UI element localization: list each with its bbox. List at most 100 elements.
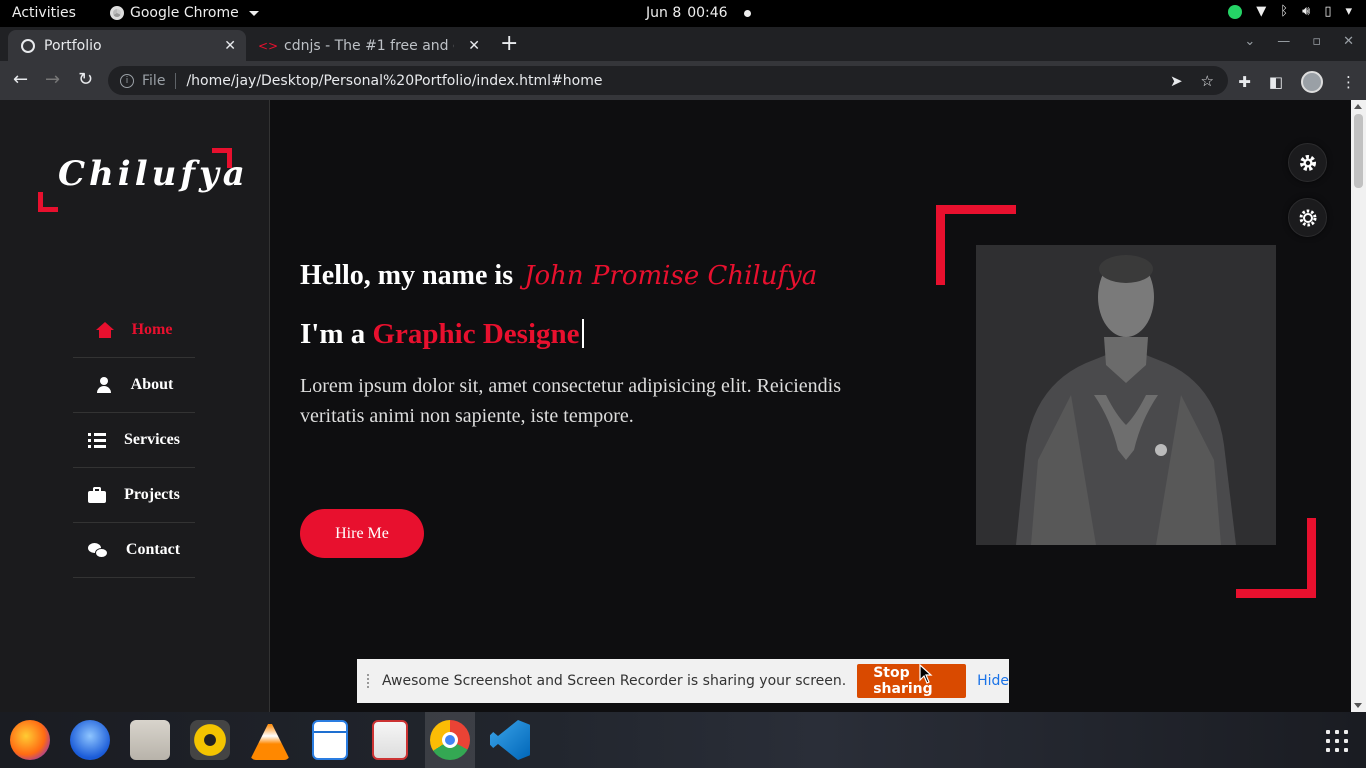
mouse-cursor-icon [919, 664, 933, 684]
bluetooth-icon: ᛒ [1280, 4, 1289, 19]
address-bar[interactable]: i File /home/jay/Desktop/Personal%20Port… [108, 66, 1228, 95]
date-label: Jun 8 [646, 5, 682, 21]
nav-item-home[interactable]: Home [73, 303, 195, 358]
tab-search-icon[interactable]: ⌄ [1244, 34, 1255, 49]
app-menu[interactable]: Google Chrome [110, 5, 259, 21]
url-scheme: File [142, 72, 166, 89]
sidebar: Chilufya Home About Services Projects Co… [0, 100, 270, 712]
hero-description: Lorem ipsum dolor sit, amet consectetur … [300, 375, 841, 427]
globe-icon [20, 38, 36, 54]
kebab-menu-icon[interactable]: ⋮ [1341, 73, 1356, 91]
info-icon[interactable]: i [120, 73, 134, 88]
files-icon[interactable] [130, 720, 170, 760]
home-icon [95, 322, 114, 338]
profile-avatar[interactable] [1301, 71, 1323, 93]
briefcase-icon [88, 487, 107, 503]
close-tab-icon[interactable]: ✕ [468, 38, 480, 54]
logo-corner-decoration [38, 192, 58, 212]
drag-handle-icon[interactable] [367, 674, 372, 688]
theme-toggle-button[interactable] [1288, 198, 1327, 237]
scrollbar-thumb[interactable] [1354, 114, 1363, 188]
window-controls: ⌄ — ▫ ✕ [1244, 34, 1354, 49]
system-tray[interactable]: ▼ ᛒ 🔊︎ ▯ ▾ [1228, 4, 1352, 19]
vscode-icon[interactable] [490, 720, 530, 760]
hero-role: I'm a Graphic Designe [300, 318, 880, 351]
comments-icon [87, 542, 108, 558]
libreoffice-writer-icon[interactable] [312, 720, 348, 760]
settings-button[interactable] [1288, 143, 1327, 182]
thunderbird-icon[interactable] [70, 720, 110, 760]
url-text[interactable]: /home/jay/Desktop/Personal%20Portfolio/i… [186, 73, 602, 89]
chevron-down-icon [248, 10, 259, 16]
app-menu-label: Google Chrome [130, 5, 239, 21]
list-icon [88, 432, 106, 448]
bookmark-star-icon[interactable]: ☆ [1201, 72, 1214, 90]
power-menu-icon: ▾ [1345, 4, 1352, 19]
nav-label: Services [124, 431, 180, 448]
close-window-icon[interactable]: ✕ [1343, 34, 1354, 49]
screen-share-notice: Awesome Screenshot and Screen Recorder i… [357, 659, 1009, 703]
profile-photo [976, 245, 1276, 545]
main-nav: Home About Services Projects Contact [73, 303, 195, 578]
nav-label: Contact [125, 541, 181, 558]
divider [175, 72, 177, 89]
greeting-text: Hello, my name is [300, 260, 514, 291]
close-tab-icon[interactable]: ✕ [224, 38, 236, 54]
typing-cursor [581, 319, 584, 348]
nav-item-projects[interactable]: Projects [73, 468, 195, 523]
role-prefix: I'm a [300, 318, 366, 350]
tab-cdnjs[interactable]: <> cdnjs - The #1 free and op ✕ [250, 30, 490, 61]
tab-portfolio[interactable]: Portfolio ✕ [8, 30, 246, 61]
clock[interactable]: Jun 8 00:46 [646, 5, 751, 21]
code-icon: <> [257, 38, 279, 53]
new-tab-icon[interactable]: + [500, 31, 518, 56]
scroll-down-icon[interactable] [1354, 703, 1362, 708]
nav-item-services[interactable]: Services [73, 413, 195, 468]
whatsapp-icon[interactable] [1228, 4, 1243, 19]
notification-dot-icon [743, 9, 751, 17]
hero-name: John Promise Chilufya [524, 261, 818, 291]
stop-sharing-button[interactable]: Stop sharing [857, 664, 967, 698]
chrome-icon [110, 6, 124, 20]
hire-me-button[interactable]: Hire Me [300, 509, 424, 558]
time-label: 00:46 [687, 5, 728, 21]
gear-icon [1299, 154, 1316, 171]
browser-toolbar: ← → ↻ i File /home/jay/Desktop/Personal%… [0, 61, 1366, 100]
hide-button[interactable]: Hide [977, 673, 1009, 689]
wifi-icon: ▼ [1256, 4, 1267, 19]
document-viewer-icon[interactable] [372, 720, 408, 760]
forward-icon[interactable]: → [45, 69, 60, 90]
tab-title: cdnjs - The #1 free and op [284, 37, 454, 54]
hero-section: Hello, my name is John Promise Chilufya … [300, 260, 880, 431]
role-typed-text: Graphic Designe [372, 318, 580, 350]
nav-item-about[interactable]: About [73, 358, 195, 413]
send-icon[interactable]: ➤ [1170, 72, 1183, 90]
hero-greeting: Hello, my name is John Promise Chilufya [300, 260, 880, 292]
scroll-up-icon[interactable] [1354, 104, 1362, 109]
reload-icon[interactable]: ↻ [78, 69, 93, 90]
extensions-icon[interactable]: ✚ [1238, 73, 1251, 91]
battery-icon: ▯ [1324, 4, 1332, 19]
chrome-icon[interactable] [430, 720, 470, 760]
firefox-icon[interactable] [10, 720, 50, 760]
minimize-icon[interactable]: — [1277, 34, 1290, 49]
volume-icon: 🔊︎ [1302, 4, 1311, 19]
dock [0, 712, 1366, 768]
maximize-icon[interactable]: ▫ [1312, 34, 1321, 49]
nav-label: Projects [124, 486, 180, 503]
sun-icon [1299, 209, 1316, 226]
rhythmbox-icon[interactable] [190, 720, 230, 760]
share-message: Awesome Screenshot and Screen Recorder i… [382, 673, 847, 689]
vlc-icon[interactable] [250, 720, 290, 760]
logo-text: Chilufya [58, 154, 249, 194]
page-viewport: Chilufya Home About Services Projects Co… [0, 100, 1351, 712]
activities-button[interactable]: Activities [12, 5, 76, 21]
page-scrollbar[interactable] [1351, 100, 1366, 712]
show-applications-icon[interactable] [1326, 730, 1348, 752]
nav-item-contact[interactable]: Contact [73, 523, 195, 578]
side-panel-icon[interactable]: ◧ [1269, 73, 1283, 91]
back-icon[interactable]: ← [13, 69, 28, 90]
nav-label: Home [131, 321, 173, 338]
site-logo[interactable]: Chilufya [38, 148, 245, 212]
tab-title: Portfolio [44, 37, 102, 54]
